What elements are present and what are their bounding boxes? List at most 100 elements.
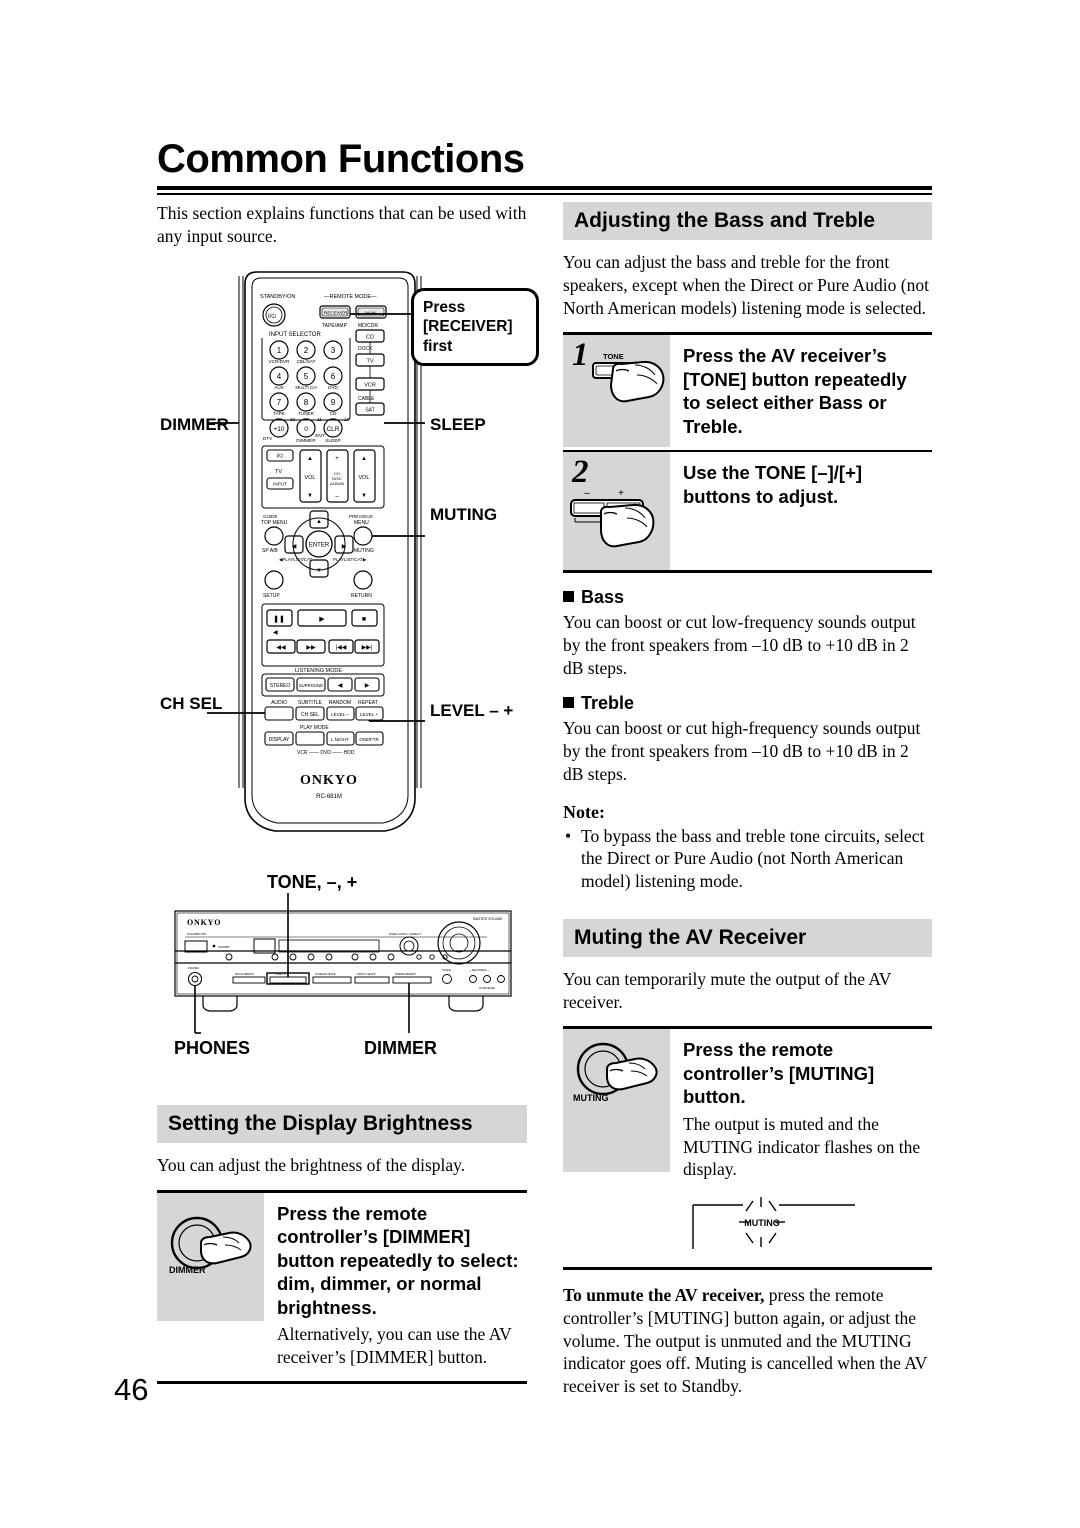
svg-text:ENTER: ENTER bbox=[309, 543, 330, 549]
svg-text:— RECORDING —: — RECORDING — bbox=[469, 969, 490, 972]
svg-text:AUX: AUX bbox=[274, 385, 283, 390]
svg-text:GUIDE: GUIDE bbox=[263, 514, 278, 519]
svg-text:CD: CD bbox=[330, 411, 337, 416]
step-heading: Press the remote controller’s [DIMMER] b… bbox=[277, 1202, 519, 1318]
note-heading: Note: bbox=[563, 801, 605, 822]
svg-text:5: 5 bbox=[304, 372, 309, 381]
svg-text:AV RECEIVER: AV RECEIVER bbox=[479, 987, 495, 990]
svg-text:STEREO: STEREO bbox=[270, 683, 291, 689]
bass-subheading-text: Bass bbox=[581, 587, 625, 608]
svg-text:CBL/SAT: CBL/SAT bbox=[297, 359, 316, 364]
step-text: Press the AV receiver’s [TONE] button re… bbox=[670, 335, 932, 450]
svg-text:|◀◀: |◀◀ bbox=[336, 645, 347, 651]
svg-text:❚❚: ❚❚ bbox=[273, 615, 285, 623]
svg-text:ONKYO: ONKYO bbox=[300, 773, 358, 788]
svg-text:▶▶|: ▶▶| bbox=[362, 645, 373, 651]
svg-text:+10: +10 bbox=[273, 426, 284, 433]
receiver-label-phones: PHONES bbox=[174, 1038, 251, 1058]
treble-subheading-text: Treble bbox=[581, 693, 635, 714]
svg-text:◀: ◀ bbox=[292, 544, 297, 550]
svg-text:STANDBY/ON: STANDBY/ON bbox=[187, 932, 206, 936]
svg-text:L NIGHT: L NIGHT bbox=[331, 737, 349, 742]
step-row: MUTING Press the remote controller’s [MU… bbox=[563, 1029, 932, 1267]
svg-text:ENT: ENT bbox=[315, 433, 325, 439]
bass-treble-steps: 1 TONE Press the AV receiver’s [TONE] bu… bbox=[563, 332, 932, 574]
svg-text:SETUP MEMORY: SETUP MEMORY bbox=[235, 973, 255, 976]
svg-text:SLEEP: SLEEP bbox=[325, 438, 340, 444]
bass-subheading: Bass bbox=[563, 587, 932, 608]
step-heading: Press the AV receiver’s [TONE] button re… bbox=[683, 345, 907, 437]
svg-text:–: – bbox=[335, 494, 339, 500]
svg-text:LISTENING MODE: LISTENING MODE bbox=[315, 973, 336, 976]
muting-steps: MUTING Press the remote controller’s [MU… bbox=[563, 1026, 932, 1271]
section-heading-display-brightness: Setting the Display Brightness bbox=[157, 1105, 527, 1143]
muting-intro: You can temporarily mute the output of t… bbox=[563, 968, 892, 1012]
bass-body: You can boost or cut low-frequency sound… bbox=[563, 612, 916, 678]
svg-text:I/⏻: I/⏻ bbox=[268, 313, 276, 320]
document-page: Common Functions This section explains f… bbox=[0, 0, 1080, 1528]
unmute-bold: To unmute the AV receiver, bbox=[563, 1285, 765, 1306]
svg-text:PLAYLIST/CAT▶: PLAYLIST/CAT▶ bbox=[333, 557, 367, 562]
svg-text:PHONES: PHONES bbox=[188, 966, 199, 970]
callout-line-1: Press bbox=[423, 299, 466, 316]
svg-text:TV: TV bbox=[275, 469, 282, 475]
svg-text:VCR —— DVD —— HDD: VCR —— DVD —— HDD bbox=[297, 750, 355, 756]
svg-text:◀◀: ◀◀ bbox=[276, 645, 286, 651]
svg-text:CH SEL: CH SEL bbox=[301, 712, 319, 718]
svg-text:12: 12 bbox=[344, 417, 350, 422]
plus-sign-label: + bbox=[618, 488, 624, 499]
svg-text:+: + bbox=[335, 456, 339, 462]
svg-text:PREVIOUS: PREVIOUS bbox=[349, 514, 373, 519]
svg-text:7: 7 bbox=[277, 398, 282, 407]
muting-illustration-label: MUTING bbox=[573, 1093, 609, 1103]
svg-text:TV: TV bbox=[366, 359, 373, 365]
step-text: Press the remote controller’s [DIMMER] b… bbox=[264, 1193, 527, 1381]
svg-text:MUTING: MUTING bbox=[354, 548, 374, 554]
svg-text:◀: ◀ bbox=[273, 630, 278, 636]
step-row: 2 – + Use the TONE [–]/[+] buttons to ad… bbox=[563, 452, 932, 571]
remote-label-sleep: SLEEP bbox=[430, 415, 486, 434]
av-receiver-figure: ONKYO MASTER VOLUME STANDBY/ON PURE AUDI… bbox=[157, 893, 529, 1038]
svg-text:TUNING: TUNING bbox=[442, 969, 451, 972]
svg-text:DTV: DTV bbox=[263, 436, 273, 441]
svg-text:◀: ◀ bbox=[338, 683, 343, 689]
svg-text:DIMMER: DIMMER bbox=[296, 438, 316, 444]
minus-sign-label: – bbox=[584, 488, 590, 499]
svg-text:INPUT: INPUT bbox=[273, 482, 287, 487]
svg-text:▲: ▲ bbox=[316, 519, 322, 525]
svg-text:SUBTITLE: SUBTITLE bbox=[298, 700, 323, 706]
svg-text:11: 11 bbox=[317, 417, 322, 422]
svg-text:MULTI CH: MULTI CH bbox=[295, 385, 316, 390]
svg-text:▶: ▶ bbox=[342, 544, 347, 550]
bass-treble-intro: You can adjust the bass and treble for t… bbox=[563, 252, 929, 318]
intro-paragraph: This section explains functions that can… bbox=[157, 203, 527, 246]
svg-text:DISPLAY: DISPLAY bbox=[269, 737, 290, 743]
step-body: Alternatively, you can use the AV receiv… bbox=[277, 1324, 512, 1367]
square-bullet-icon bbox=[563, 697, 574, 709]
section-heading-bass-treble: Adjusting the Bass and Treble bbox=[563, 202, 932, 240]
svg-text:TUNER: TUNER bbox=[298, 411, 315, 416]
svg-text:◀PLAYLIST/CAT: ◀PLAYLIST/CAT bbox=[279, 557, 313, 562]
svg-text:—REMOTE MODE—: —REMOTE MODE— bbox=[324, 294, 377, 300]
muting-indicator-text: MUTING bbox=[744, 1218, 780, 1228]
svg-text:DOCK: DOCK bbox=[358, 346, 373, 352]
step-row: 1 TONE Press the AV receiver’s [TONE] bu… bbox=[563, 335, 932, 453]
dimmer-illustration-label: DIMMER bbox=[169, 1265, 206, 1275]
muting-button-illustration: MUTING bbox=[563, 1029, 670, 1173]
svg-text:▶▶: ▶▶ bbox=[306, 645, 316, 651]
svg-text:LEVEL +: LEVEL + bbox=[360, 712, 378, 717]
svg-text:▼: ▼ bbox=[307, 493, 313, 499]
svg-text:MASTER VOLUME: MASTER VOLUME bbox=[473, 917, 503, 921]
page-number: 46 bbox=[114, 1372, 149, 1407]
svg-text:▼: ▼ bbox=[316, 568, 322, 574]
svg-text:VOL: VOL bbox=[358, 475, 369, 481]
svg-text:REPEAT: REPEAT bbox=[358, 700, 378, 706]
remote-label-ch-sel: CH SEL bbox=[160, 694, 223, 713]
svg-text:▲: ▲ bbox=[361, 456, 367, 462]
treble-subheading: Treble bbox=[563, 693, 932, 714]
svg-text:9: 9 bbox=[331, 398, 336, 407]
square-bullet-icon bbox=[563, 591, 574, 603]
svg-text:▼: ▼ bbox=[361, 493, 367, 499]
svg-text:SP A/B: SP A/B bbox=[262, 548, 278, 554]
left-column: This section explains functions that can… bbox=[157, 202, 527, 261]
